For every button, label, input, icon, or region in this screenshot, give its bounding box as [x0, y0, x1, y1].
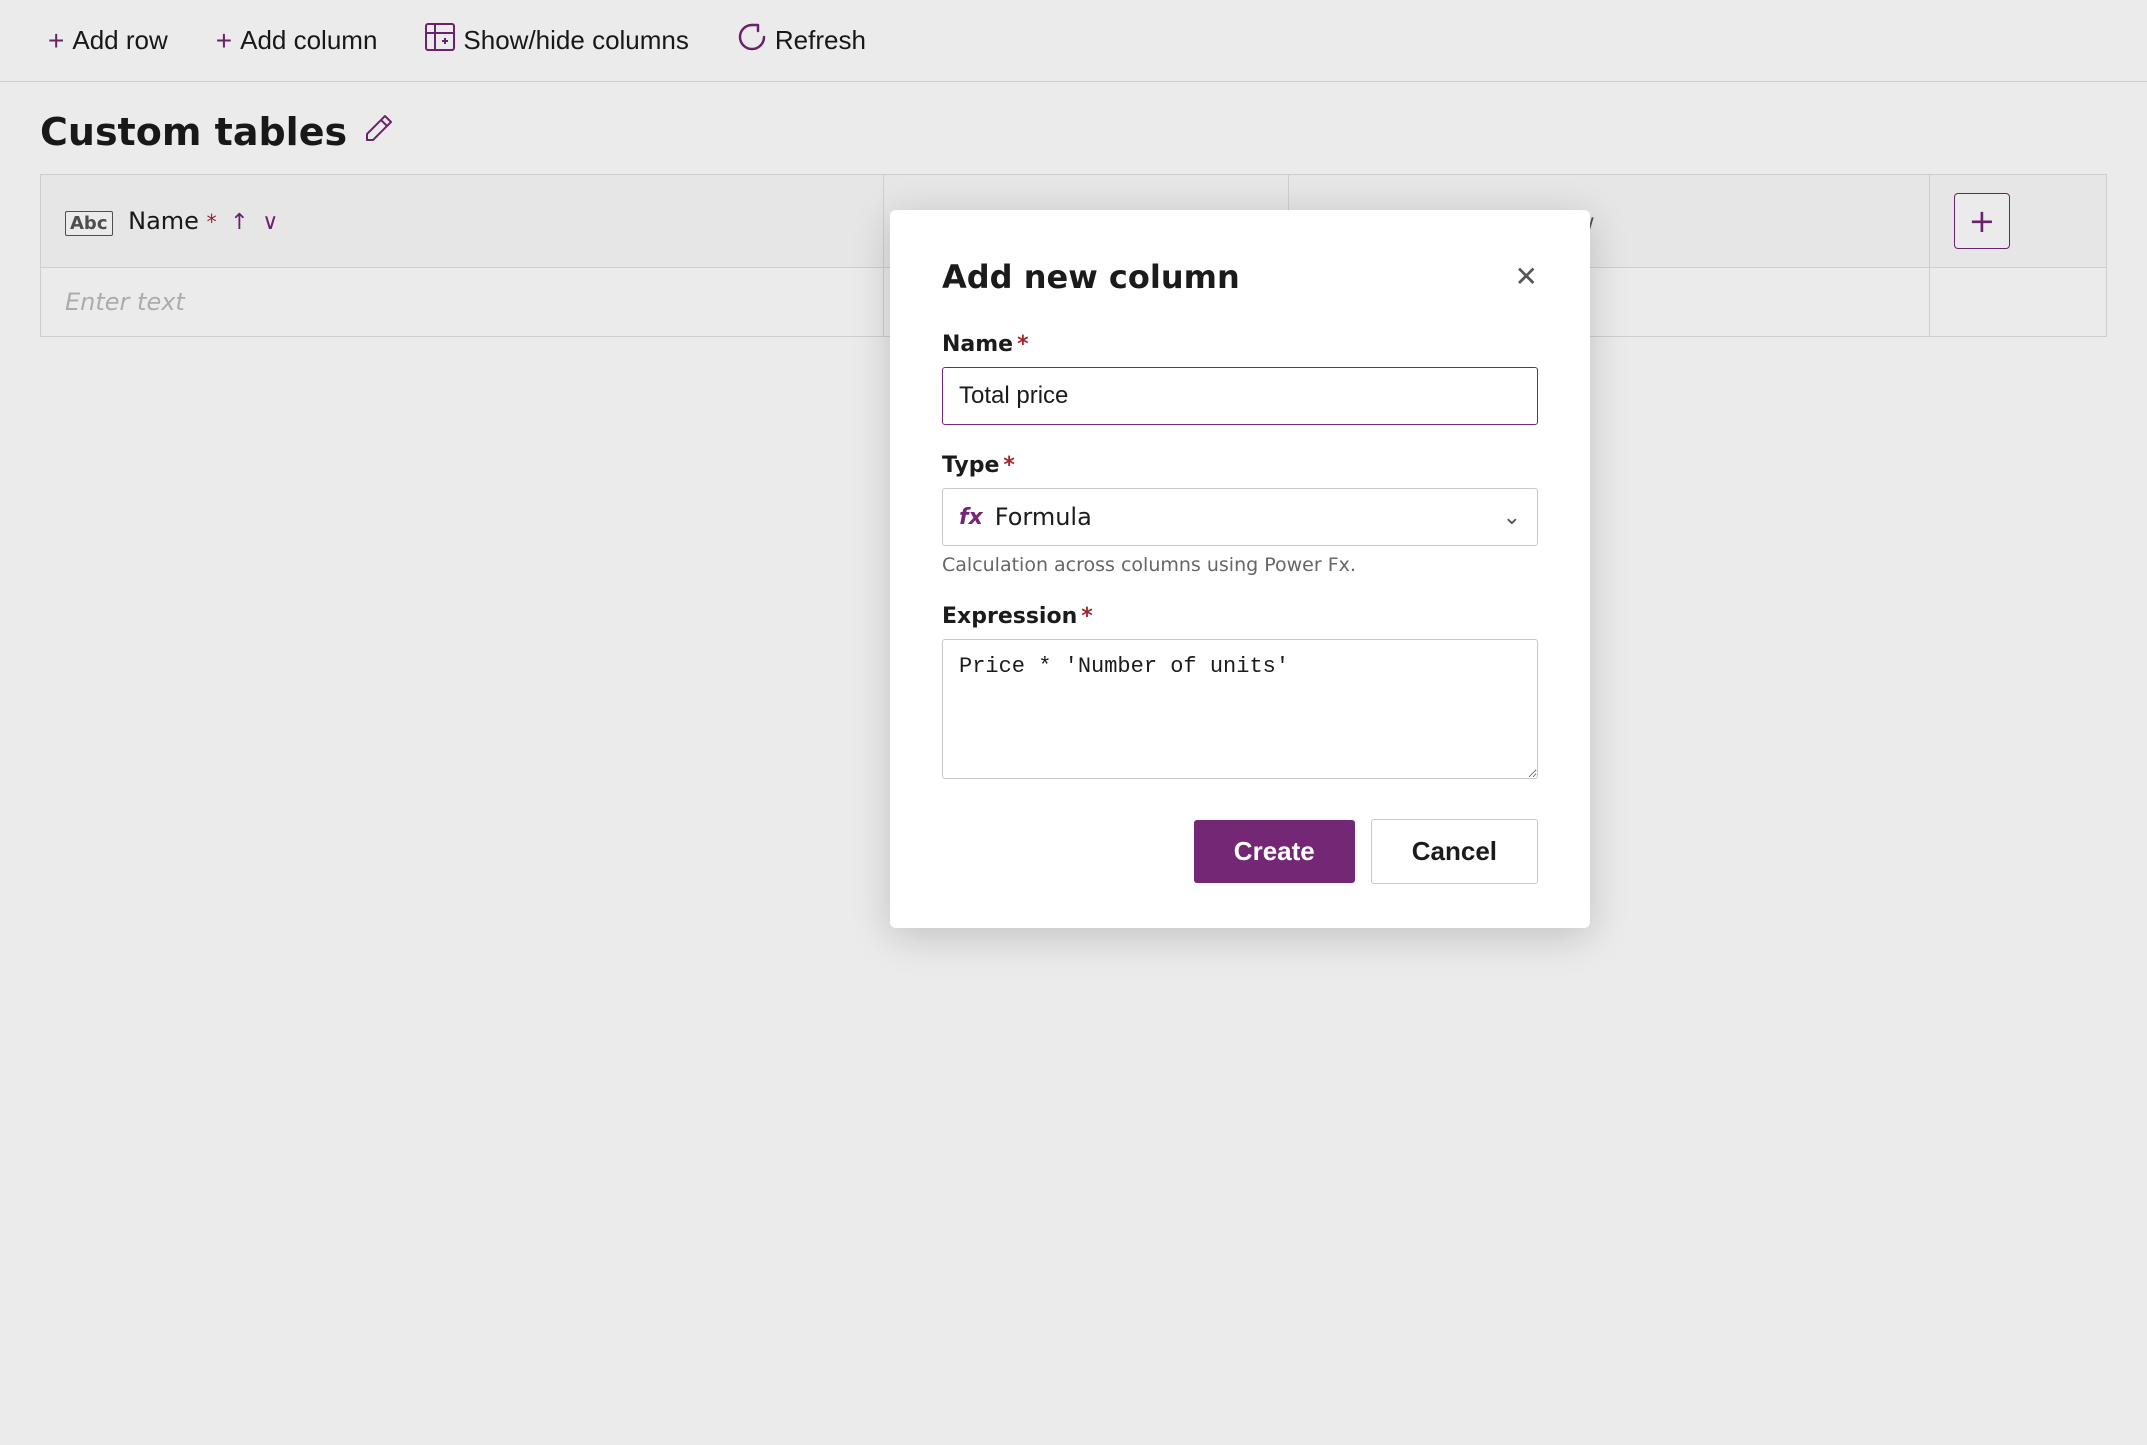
modal-footer: Create Cancel	[942, 819, 1538, 884]
type-select[interactable]: fx Formula ⌄	[942, 488, 1538, 546]
name-field-group: Name*	[942, 332, 1538, 425]
required-star-expr: *	[1081, 604, 1093, 629]
type-label: Type*	[942, 453, 1538, 478]
chevron-down-icon: ⌄	[1503, 505, 1521, 530]
type-value-label: Formula	[995, 503, 1092, 531]
type-field-group: Type* fx Formula ⌄ Calculation across co…	[942, 453, 1538, 576]
required-star: *	[1017, 332, 1029, 357]
formula-hint: Calculation across columns using Power F…	[942, 554, 1538, 576]
expression-input[interactable]: Price * 'Number of units'	[942, 639, 1538, 779]
type-select-wrapper: fx Formula ⌄	[942, 488, 1538, 546]
add-column-modal: Add new column ✕ Name* Type* fx Formula …	[890, 210, 1590, 928]
type-select-left: fx Formula	[959, 503, 1092, 531]
modal-header: Add new column ✕	[942, 258, 1538, 296]
expression-field-group: Expression* Price * 'Number of units'	[942, 604, 1538, 783]
name-label: Name*	[942, 332, 1538, 357]
modal-title: Add new column	[942, 258, 1240, 296]
required-star-type: *	[1003, 453, 1015, 478]
column-name-input[interactable]	[942, 367, 1538, 425]
modal-close-button[interactable]: ✕	[1515, 263, 1538, 291]
fx-icon: fx	[959, 505, 983, 530]
create-button[interactable]: Create	[1194, 820, 1355, 883]
expression-label: Expression*	[942, 604, 1538, 629]
cancel-button[interactable]: Cancel	[1371, 819, 1538, 884]
